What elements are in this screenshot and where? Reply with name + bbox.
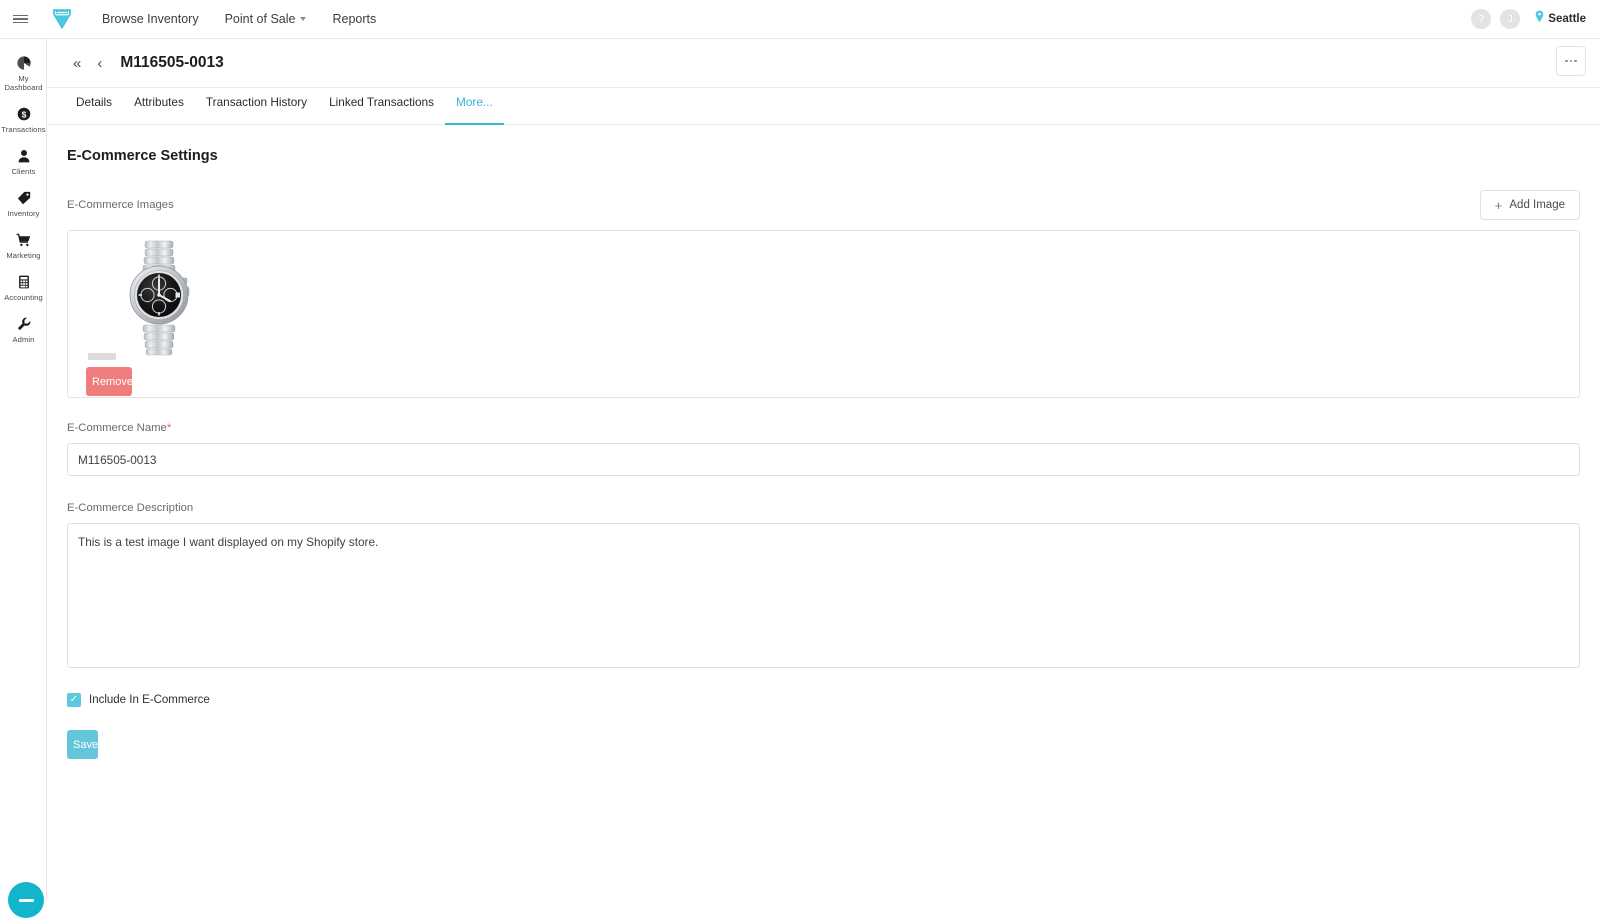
page-header: « ‹ M116505-0013 [47, 39, 1600, 88]
section-title: E-Commerce Settings [67, 148, 218, 164]
location-selector[interactable]: Seattle [1535, 10, 1586, 28]
minus-fab-icon [18, 898, 34, 902]
include-in-ecommerce-checkbox[interactable]: ✓ [67, 693, 81, 707]
watch-thumbnail-image [129, 240, 190, 356]
form-spacer [67, 476, 1580, 498]
calculator-icon [18, 273, 30, 290]
double-chevron-left-icon[interactable]: « [65, 56, 89, 71]
nav-browse-inventory[interactable]: Browse Inventory [102, 12, 199, 26]
help-button[interactable]: ? [1471, 9, 1492, 29]
add-image-button-label: Add Image [1509, 199, 1565, 211]
sidebar-item-transactions[interactable]: $ Transactions [0, 98, 47, 140]
nav-point-of-sale[interactable]: Point of Sale [225, 12, 307, 26]
page-title: M116505-0013 [120, 54, 224, 71]
ecommerce-description-textarea[interactable] [67, 523, 1580, 668]
image-filename-chip [88, 353, 116, 360]
wrench-icon [17, 315, 31, 332]
sidebar-item-clients-label: Clients [11, 167, 36, 176]
sidebar-item-marketing-label: Marketing [6, 251, 41, 260]
add-image-button[interactable]: + Add Image [1479, 190, 1580, 220]
nav-reports-label: Reports [332, 12, 377, 26]
left-sidebar: My Dashboard $ Transactions Clients Inve… [0, 39, 47, 918]
image-gallery-item[interactable]: Remove [80, 231, 210, 399]
main-content-area: « ‹ M116505-0013 Details Attributes Tran… [47, 39, 1600, 900]
sidebar-item-transactions-label: Transactions [1, 125, 46, 134]
top-nav-links: Browse Inventory Point of Sale Reports [102, 12, 376, 26]
sidebar-item-accounting[interactable]: Accounting [0, 266, 47, 308]
ecommerce-description-field-group: E-Commerce Description [67, 498, 1580, 673]
nav-reports[interactable]: Reports [332, 12, 376, 26]
tab-bar: Details Attributes Transaction History L… [47, 88, 1600, 125]
ecommerce-name-label: E-Commerce Name [67, 422, 167, 434]
sidebar-item-admin[interactable]: Admin [0, 308, 47, 350]
ecommerce-name-input[interactable] [67, 443, 1580, 476]
save-button[interactable]: Save [67, 730, 98, 759]
pie-chart-icon [16, 54, 31, 71]
tab-linked-transactions-label: Linked Transactions [329, 95, 435, 109]
sidebar-item-my-dashboard[interactable]: My Dashboard [0, 47, 47, 98]
gem-logo-icon[interactable] [44, 0, 80, 39]
top-navigation-bar: Browse Inventory Point of Sale Reports ?… [0, 0, 1600, 39]
include-in-ecommerce-label: Include In E-Commerce [89, 694, 210, 706]
ecommerce-name-field-group: E-Commerce Name* [67, 418, 1580, 476]
chevron-down-icon [300, 17, 307, 21]
map-pin-icon [1535, 10, 1544, 28]
hamburger-menu-icon[interactable] [0, 0, 40, 39]
required-marker: * [166, 422, 172, 434]
more-horizontal-icon [1574, 59, 1577, 63]
tab-transaction-history[interactable]: Transaction History [195, 88, 318, 125]
sidebar-item-accounting-label: Accounting [4, 293, 43, 302]
shopping-cart-icon [16, 231, 31, 248]
tab-attributes-label: Attributes [134, 95, 184, 109]
floating-action-button[interactable] [8, 882, 44, 918]
ecommerce-settings-form: E-Commerce Settings E-Commerce Images + … [47, 125, 1600, 759]
tab-details[interactable]: Details [65, 88, 123, 125]
nav-point-of-sale-label: Point of Sale [224, 12, 296, 26]
sidebar-item-admin-label: Admin [12, 335, 35, 344]
sidebar-item-inventory[interactable]: Inventory [0, 182, 47, 224]
ecommerce-images-label: E-Commerce Images [67, 199, 174, 211]
ecommerce-images-row: E-Commerce Images + Add Image [67, 190, 1580, 220]
avatar[interactable]: J [1500, 9, 1521, 29]
svg-text:$: $ [21, 109, 26, 119]
remove-image-button[interactable]: Remove [86, 367, 133, 396]
location-label: Seattle [1548, 13, 1586, 25]
sidebar-item-my-dashboard-label: My Dashboard [4, 74, 43, 92]
tab-more[interactable]: More... [445, 88, 504, 125]
tab-more-label: More... [456, 95, 493, 109]
tag-icon [17, 189, 31, 206]
coin-dollar-icon: $ [17, 105, 31, 122]
tab-transaction-history-label: Transaction History [205, 95, 308, 109]
image-gallery-panel: Remove [67, 230, 1580, 398]
sidebar-item-clients[interactable]: Clients [0, 140, 47, 182]
person-icon [17, 147, 31, 164]
chevron-left-icon[interactable]: ‹ [89, 56, 110, 71]
include-in-ecommerce-checkbox-row[interactable]: ✓ Include In E-Commerce [67, 693, 1580, 707]
ecommerce-description-label: E-Commerce Description [67, 502, 194, 514]
topbar-right-actions: ? J Seattle [1471, 9, 1600, 29]
tab-linked-transactions[interactable]: Linked Transactions [318, 88, 445, 125]
sidebar-item-marketing[interactable]: Marketing [0, 224, 47, 266]
tab-attributes[interactable]: Attributes [123, 88, 195, 125]
sidebar-item-inventory-label: Inventory [7, 209, 40, 218]
more-actions-button[interactable] [1556, 46, 1586, 76]
more-horizontal-icon [1569, 59, 1573, 63]
tab-details-label: Details [76, 95, 113, 109]
nav-browse-inventory-label: Browse Inventory [102, 12, 199, 26]
more-horizontal-icon [1565, 59, 1568, 63]
plus-icon: + [1494, 197, 1503, 213]
